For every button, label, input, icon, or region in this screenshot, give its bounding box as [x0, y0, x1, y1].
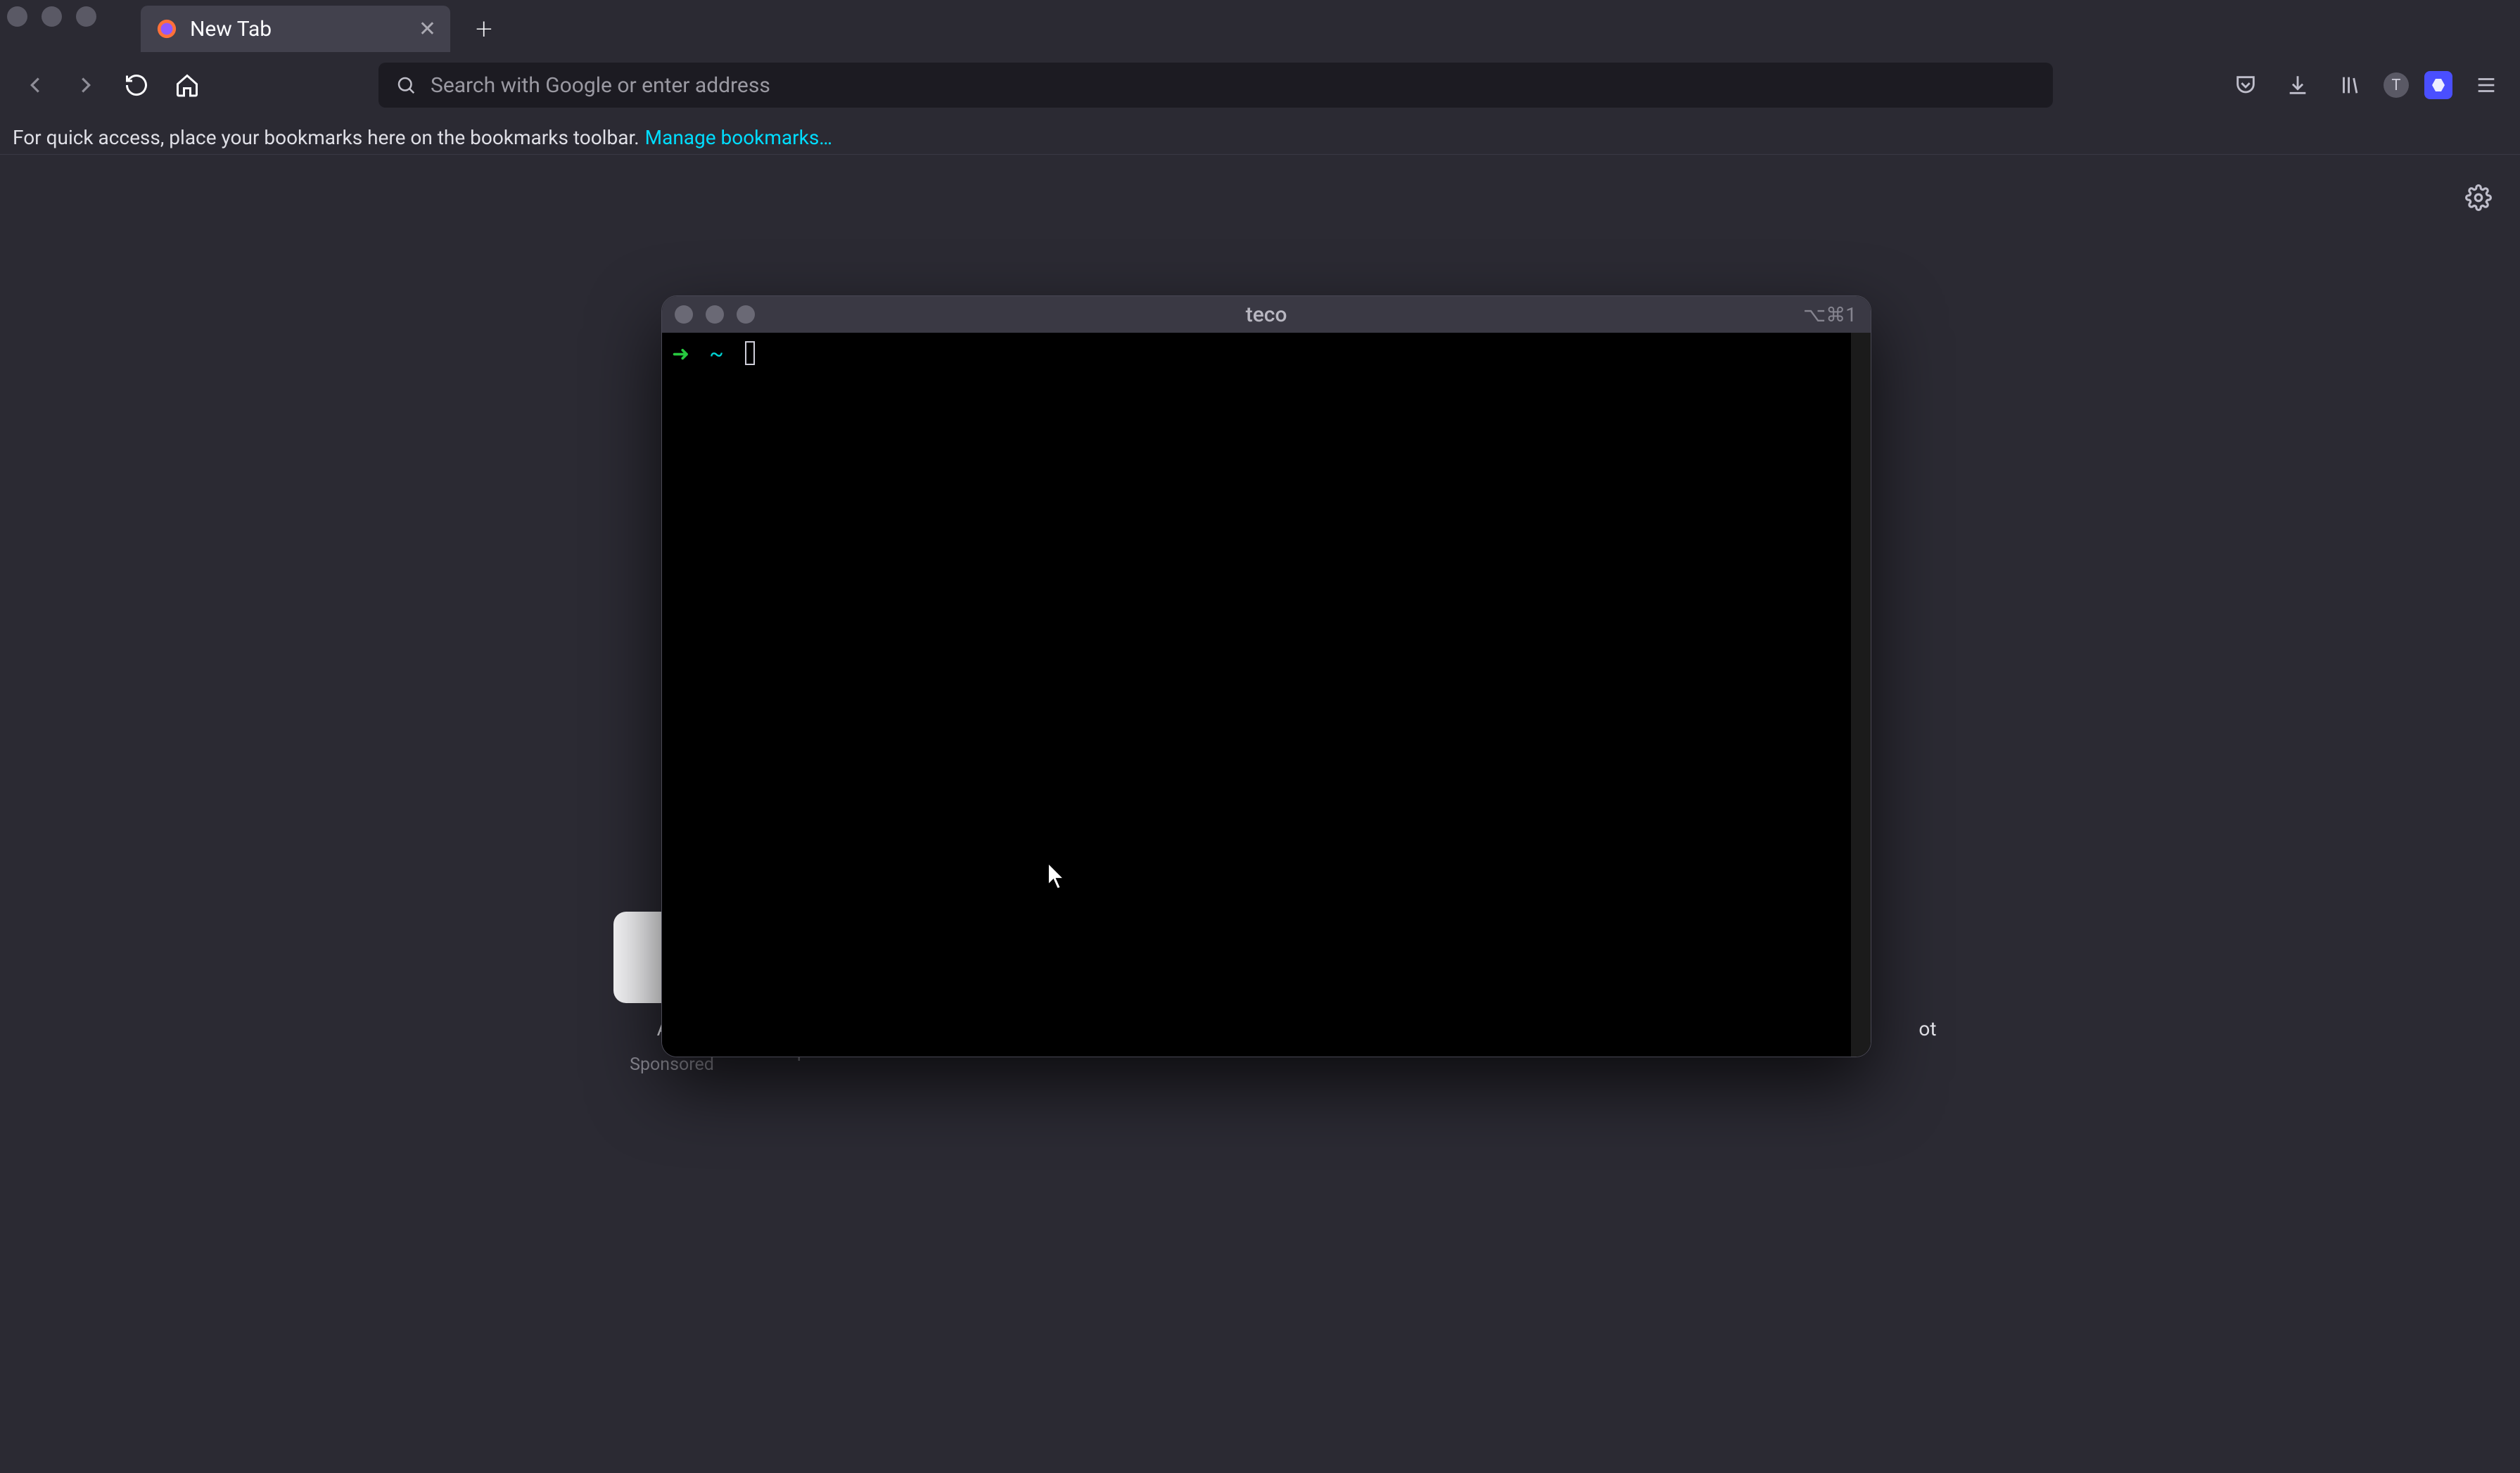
back-button[interactable] — [14, 64, 56, 106]
shortcut-label: ot — [1918, 1017, 1936, 1040]
reload-button[interactable] — [115, 64, 158, 106]
zoom-window-button[interactable] — [76, 6, 96, 27]
library-icon[interactable] — [2331, 67, 2368, 103]
extension-icon[interactable] — [2424, 71, 2452, 99]
toolbar-right: T — [2227, 56, 2505, 114]
browser-window-controls — [7, 6, 96, 27]
app-menu-icon[interactable] — [2468, 67, 2505, 103]
browser-tab[interactable]: New Tab ✕ — [141, 6, 450, 52]
prompt-path: ~ — [709, 342, 723, 366]
new-tab-button[interactable]: + — [470, 15, 498, 43]
terminal-title: teco — [662, 302, 1871, 327]
tab-bar: New Tab ✕ + — [141, 6, 2506, 52]
personalize-gear-icon[interactable] — [2465, 184, 2492, 211]
terminal-titlebar[interactable]: teco ⌥⌘1 — [662, 296, 1871, 333]
page-content: Am Sponsored Sponsored ot teco ⌥⌘1 ➜ ~ — [0, 156, 2520, 1473]
bookmarks-toolbar: For quick access, place your bookmarks h… — [0, 121, 2520, 155]
url-bar[interactable]: Search with Google or enter address — [378, 63, 2053, 108]
url-bar-placeholder: Search with Google or enter address — [431, 73, 770, 98]
forward-button[interactable] — [65, 64, 107, 106]
sponsored-label: Sponsored — [630, 1054, 714, 1075]
account-avatar-icon[interactable]: T — [2384, 72, 2409, 98]
shortcut-tile[interactable]: ot — [1859, 912, 1975, 1040]
terminal-window[interactable]: teco ⌥⌘1 ➜ ~ — [661, 295, 1871, 1057]
search-icon — [395, 75, 416, 96]
tab-title: New Tab — [190, 17, 407, 42]
toolbar: Search with Google or enter address T — [0, 56, 2520, 114]
terminal-tab-shortcut: ⌥⌘1 — [1803, 303, 1857, 326]
home-button[interactable] — [166, 64, 208, 106]
firefox-favicon-icon — [155, 17, 179, 41]
pocket-icon[interactable] — [2227, 67, 2264, 103]
close-tab-icon[interactable]: ✕ — [419, 17, 436, 42]
downloads-icon[interactable] — [2279, 67, 2316, 103]
terminal-body[interactable]: ➜ ~ — [662, 333, 1871, 1057]
manage-bookmarks-link[interactable]: Manage bookmarks… — [645, 126, 832, 149]
terminal-scrollbar[interactable] — [1851, 333, 1871, 1057]
bookmarks-hint-text: For quick access, place your bookmarks h… — [13, 126, 639, 149]
prompt-arrow-icon: ➜ — [672, 342, 689, 366]
close-window-button[interactable] — [7, 6, 27, 27]
minimize-window-button[interactable] — [42, 6, 62, 27]
terminal-cursor — [745, 341, 755, 365]
